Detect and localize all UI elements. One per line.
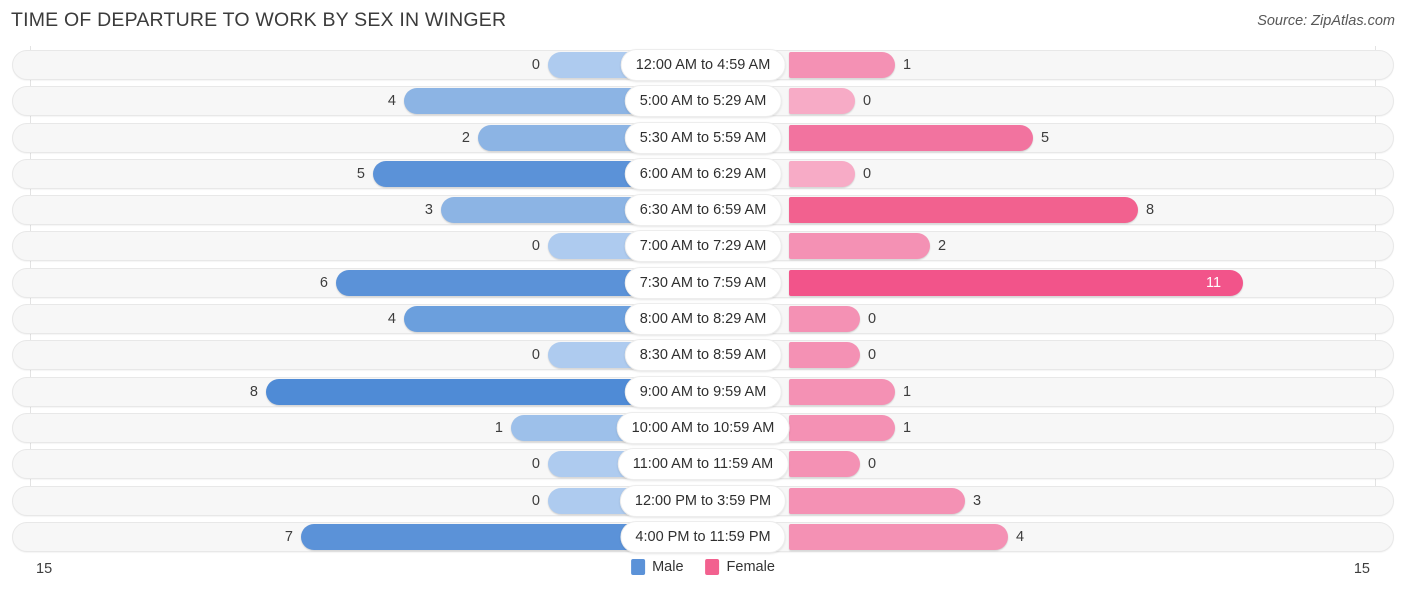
table-row: 8 1 9:00 AM to 9:59 AM xyxy=(0,375,1406,408)
category-label: 9:00 AM to 9:59 AM xyxy=(624,375,782,408)
table-row: 1 1 10:00 AM to 10:59 AM xyxy=(0,411,1406,444)
female-value-label: 0 xyxy=(868,311,877,328)
male-value-label: 1 xyxy=(494,419,503,436)
table-row: 0 3 12:00 PM to 3:59 PM xyxy=(0,484,1406,517)
female-value-label: 11 xyxy=(1206,274,1222,291)
category-label: 6:30 AM to 6:59 AM xyxy=(624,194,782,227)
female-bar[interactable] xyxy=(789,197,1138,224)
category-label: 8:30 AM to 8:59 AM xyxy=(624,339,782,372)
axis-label-left: 15 xyxy=(36,561,53,577)
female-bar[interactable] xyxy=(789,88,855,115)
male-value-label: 2 xyxy=(461,129,470,146)
source-attribution: Source: ZipAtlas.com xyxy=(1257,13,1395,29)
female-bar[interactable] xyxy=(789,124,1033,151)
category-label: 6:00 AM to 6:29 AM xyxy=(624,157,782,190)
male-value-label: 4 xyxy=(387,311,396,328)
female-value-label: 0 xyxy=(863,165,872,182)
plot-area: 0 1 12:00 AM to 4:59 AM 4 0 5:00 AM to 5:29 A… xyxy=(0,46,1406,554)
legend-item[interactable]: Female xyxy=(705,559,775,575)
female-value-label: 2 xyxy=(938,238,947,255)
table-row: 0 0 11:00 AM to 11:59 AM xyxy=(0,448,1406,481)
male-value-label: 0 xyxy=(531,57,540,73)
table-row: 4 0 8:00 AM to 8:29 AM xyxy=(0,303,1406,336)
female-bar[interactable] xyxy=(789,306,860,333)
table-row: 3 8 6:30 AM to 6:59 AM xyxy=(0,194,1406,227)
table-row: 0 0 8:30 AM to 8:59 AM xyxy=(0,339,1406,372)
category-label: 5:30 AM to 5:59 AM xyxy=(624,121,782,154)
female-value-label: 1 xyxy=(903,57,912,73)
category-label: 12:00 AM to 4:59 AM xyxy=(620,49,786,81)
male-value-label: 0 xyxy=(531,347,540,364)
female-value-label: 4 xyxy=(1016,528,1025,545)
category-label: 7:00 AM to 7:29 AM xyxy=(624,230,782,263)
page-title: TIME OF DEPARTURE TO WORK BY SEX IN WING… xyxy=(11,9,507,31)
male-value-label: 7 xyxy=(284,528,293,545)
table-row: 2 5 5:30 AM to 5:59 AM xyxy=(0,121,1406,154)
chart-footer: 15 Male Female 15 xyxy=(0,556,1406,586)
male-value-label: 8 xyxy=(249,383,258,400)
female-bar[interactable] xyxy=(789,414,895,441)
female-bar[interactable] xyxy=(789,269,1243,296)
table-row: 4 0 5:00 AM to 5:29 AM xyxy=(0,85,1406,118)
female-value-label: 8 xyxy=(1146,202,1155,219)
female-bar[interactable] xyxy=(789,233,930,260)
chart-header: TIME OF DEPARTURE TO WORK BY SEX IN WING… xyxy=(0,0,1406,42)
female-value-label: 1 xyxy=(903,419,912,436)
category-label: 12:00 PM to 3:59 PM xyxy=(619,484,787,517)
female-bar[interactable] xyxy=(789,342,860,369)
female-value-label: 0 xyxy=(863,93,872,110)
male-value-label: 3 xyxy=(424,202,433,219)
category-label: 8:00 AM to 8:29 AM xyxy=(624,303,782,336)
legend-swatch-icon xyxy=(631,559,646,575)
female-bar[interactable] xyxy=(789,523,1008,550)
female-value-label: 0 xyxy=(868,347,877,364)
table-row: 5 0 6:00 AM to 6:29 AM xyxy=(0,157,1406,190)
category-label: 10:00 AM to 10:59 AM xyxy=(616,411,790,444)
bar-rows: 0 1 12:00 AM to 4:59 AM 4 0 5:00 AM to 5:29 A… xyxy=(0,49,1406,558)
category-label: 7:30 AM to 7:59 AM xyxy=(624,266,782,299)
male-value-label: 0 xyxy=(531,492,540,509)
chart-page: TIME OF DEPARTURE TO WORK BY SEX IN WING… xyxy=(0,0,1406,594)
legend-label: Male xyxy=(652,559,684,575)
female-bar[interactable] xyxy=(789,52,895,78)
female-bar[interactable] xyxy=(789,378,895,405)
female-bar[interactable] xyxy=(789,160,855,187)
table-row: 0 2 7:00 AM to 7:29 AM xyxy=(0,230,1406,263)
legend-label: Female xyxy=(726,559,775,575)
male-value-label: 6 xyxy=(319,274,328,291)
female-value-label: 1 xyxy=(903,383,912,400)
female-bar[interactable] xyxy=(789,451,860,478)
legend: Male Female xyxy=(631,559,775,575)
male-value-label: 0 xyxy=(531,456,540,473)
axis-label-right: 15 xyxy=(1353,561,1370,577)
category-label: 11:00 AM to 11:59 AM xyxy=(617,448,789,481)
table-row: 7 4 4:00 PM to 11:59 PM xyxy=(0,520,1406,553)
male-value-label: 4 xyxy=(387,93,396,110)
table-row: 6 11 7:30 AM to 7:59 AM xyxy=(0,266,1406,299)
legend-item[interactable]: Male xyxy=(631,559,684,575)
female-value-label: 5 xyxy=(1041,129,1050,146)
female-value-label: 0 xyxy=(868,456,877,473)
female-value-label: 3 xyxy=(973,492,982,509)
female-bar[interactable] xyxy=(789,487,965,514)
category-label: 5:00 AM to 5:29 AM xyxy=(624,85,782,118)
legend-swatch-icon xyxy=(705,559,720,575)
category-label: 4:00 PM to 11:59 PM xyxy=(620,520,786,553)
table-row: 0 1 12:00 AM to 4:59 AM xyxy=(0,49,1406,81)
male-value-label: 0 xyxy=(531,238,540,255)
male-value-label: 5 xyxy=(356,165,365,182)
